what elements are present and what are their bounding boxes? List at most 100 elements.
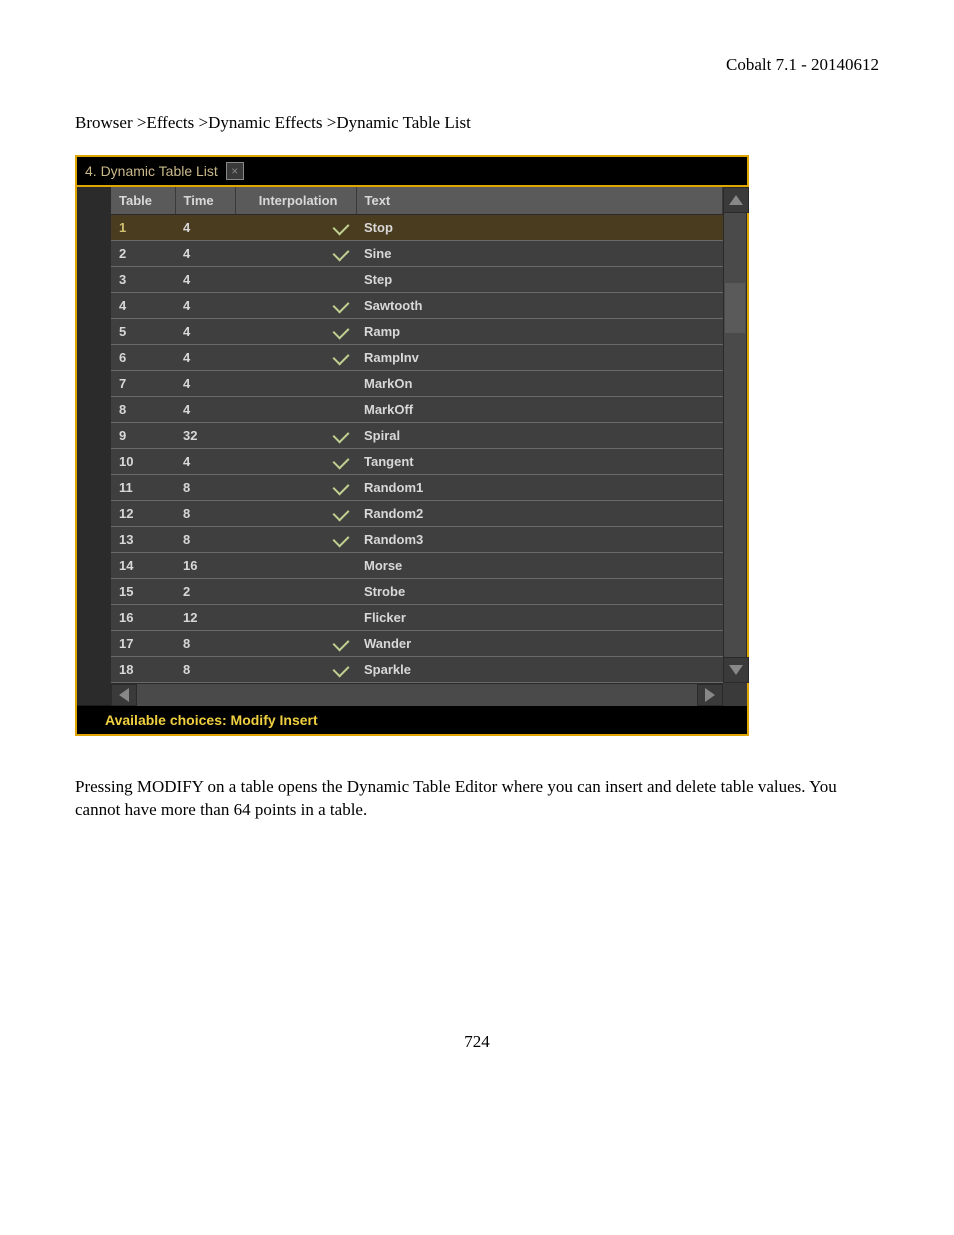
cell-text: Stop bbox=[356, 215, 723, 241]
table-row[interactable]: 188Sparkle bbox=[111, 657, 723, 683]
cell-interpolation bbox=[235, 293, 356, 319]
cell-text: Random1 bbox=[356, 475, 723, 501]
scroll-track[interactable] bbox=[723, 213, 747, 657]
table-row[interactable]: 118Random1 bbox=[111, 475, 723, 501]
panel-title: 4. Dynamic Table List bbox=[85, 163, 218, 179]
cell-interpolation bbox=[235, 657, 356, 683]
scroll-up-icon[interactable] bbox=[723, 187, 749, 213]
cell-table: 14 bbox=[111, 553, 175, 579]
cell-table: 13 bbox=[111, 527, 175, 553]
col-header-text[interactable]: Text bbox=[356, 187, 723, 215]
table-row[interactable]: 14Stop bbox=[111, 215, 723, 241]
check-icon bbox=[333, 453, 350, 470]
cell-interpolation bbox=[235, 267, 356, 293]
cell-table: 8 bbox=[111, 397, 175, 423]
cell-table: 17 bbox=[111, 631, 175, 657]
table-row[interactable]: 152Strobe bbox=[111, 579, 723, 605]
cell-text: Step bbox=[356, 267, 723, 293]
cell-time: 12 bbox=[175, 605, 235, 631]
col-header-table[interactable]: Table bbox=[111, 187, 175, 215]
cell-time: 8 bbox=[175, 501, 235, 527]
table-row[interactable]: 178Wander bbox=[111, 631, 723, 657]
cell-interpolation bbox=[235, 397, 356, 423]
cell-interpolation bbox=[235, 319, 356, 345]
cell-table: 9 bbox=[111, 423, 175, 449]
scroll-thumb[interactable] bbox=[725, 283, 745, 333]
table-row[interactable]: 64RampInv bbox=[111, 345, 723, 371]
cell-time: 16 bbox=[175, 553, 235, 579]
cell-interpolation bbox=[235, 475, 356, 501]
cell-time: 4 bbox=[175, 241, 235, 267]
cell-table: 7 bbox=[111, 371, 175, 397]
cell-table: 12 bbox=[111, 501, 175, 527]
table-row[interactable]: 74MarkOn bbox=[111, 371, 723, 397]
table-row[interactable]: 24 Sine bbox=[111, 241, 723, 267]
close-icon[interactable]: × bbox=[226, 162, 244, 180]
table-row[interactable]: 128 Random2 bbox=[111, 501, 723, 527]
table-row[interactable]: 1416 Morse bbox=[111, 553, 723, 579]
cell-interpolation bbox=[235, 501, 356, 527]
product-version: Cobalt 7.1 - 20140612 bbox=[75, 55, 879, 75]
cell-time: 4 bbox=[175, 267, 235, 293]
cell-text: Tangent bbox=[356, 449, 723, 475]
table-row[interactable]: 34 Step bbox=[111, 267, 723, 293]
cell-text: Spiral bbox=[356, 423, 723, 449]
cell-interpolation bbox=[235, 345, 356, 371]
cell-text: Sawtooth bbox=[356, 293, 723, 319]
cell-table: 18 bbox=[111, 657, 175, 683]
h-scroll-track[interactable] bbox=[137, 684, 697, 706]
cell-table: 3 bbox=[111, 267, 175, 293]
cell-table: 10 bbox=[111, 449, 175, 475]
cell-time: 8 bbox=[175, 631, 235, 657]
vertical-scrollbar[interactable] bbox=[723, 187, 747, 683]
cell-time: 4 bbox=[175, 371, 235, 397]
dynamic-table-list-panel: 4. Dynamic Table List × Table Time Inter… bbox=[75, 155, 749, 736]
cell-table: 4 bbox=[111, 293, 175, 319]
scroll-down-icon[interactable] bbox=[723, 657, 749, 683]
cell-table: 1 bbox=[111, 215, 175, 241]
cell-table: 11 bbox=[111, 475, 175, 501]
table-row[interactable]: 84MarkOff bbox=[111, 397, 723, 423]
cell-text: Morse bbox=[356, 553, 723, 579]
table-row[interactable]: 1612Flicker bbox=[111, 605, 723, 631]
col-header-time[interactable]: Time bbox=[175, 187, 235, 215]
check-icon bbox=[333, 635, 350, 652]
cell-table: 15 bbox=[111, 579, 175, 605]
cell-interpolation bbox=[235, 553, 356, 579]
table-row[interactable]: 104 Tangent bbox=[111, 449, 723, 475]
check-icon bbox=[333, 297, 350, 314]
cell-time: 4 bbox=[175, 293, 235, 319]
horizontal-scrollbar[interactable] bbox=[111, 683, 723, 706]
cell-interpolation bbox=[235, 605, 356, 631]
available-choices: Available choices: Modify Insert bbox=[77, 706, 747, 734]
check-icon bbox=[333, 427, 350, 444]
cell-text: Sparkle bbox=[356, 657, 723, 683]
table-row[interactable]: 932 Spiral bbox=[111, 423, 723, 449]
table-row[interactable]: 138Random3 bbox=[111, 527, 723, 553]
cell-interpolation bbox=[235, 579, 356, 605]
body-paragraph: Pressing MODIFY on a table opens the Dyn… bbox=[75, 776, 879, 822]
cell-table: 2 bbox=[111, 241, 175, 267]
cell-interpolation bbox=[235, 449, 356, 475]
cell-text: Sine bbox=[356, 241, 723, 267]
panel-titlebar: 4. Dynamic Table List × bbox=[77, 157, 747, 187]
cell-time: 4 bbox=[175, 397, 235, 423]
table-row[interactable]: 44 Sawtooth bbox=[111, 293, 723, 319]
cell-text: Random2 bbox=[356, 501, 723, 527]
check-icon bbox=[333, 245, 350, 262]
cell-interpolation bbox=[235, 631, 356, 657]
col-header-interpolation[interactable]: Interpolation bbox=[235, 187, 356, 215]
cell-interpolation bbox=[235, 423, 356, 449]
table-row[interactable]: 54Ramp bbox=[111, 319, 723, 345]
check-icon bbox=[333, 323, 350, 340]
cell-time: 4 bbox=[175, 449, 235, 475]
scroll-right-icon[interactable] bbox=[697, 684, 723, 706]
cell-interpolation bbox=[235, 215, 356, 241]
scroll-left-icon[interactable] bbox=[111, 684, 137, 706]
cell-table: 16 bbox=[111, 605, 175, 631]
check-icon bbox=[333, 505, 350, 522]
cell-text: Strobe bbox=[356, 579, 723, 605]
page-number: 724 bbox=[75, 1032, 879, 1052]
check-icon bbox=[333, 479, 350, 496]
cell-time: 32 bbox=[175, 423, 235, 449]
